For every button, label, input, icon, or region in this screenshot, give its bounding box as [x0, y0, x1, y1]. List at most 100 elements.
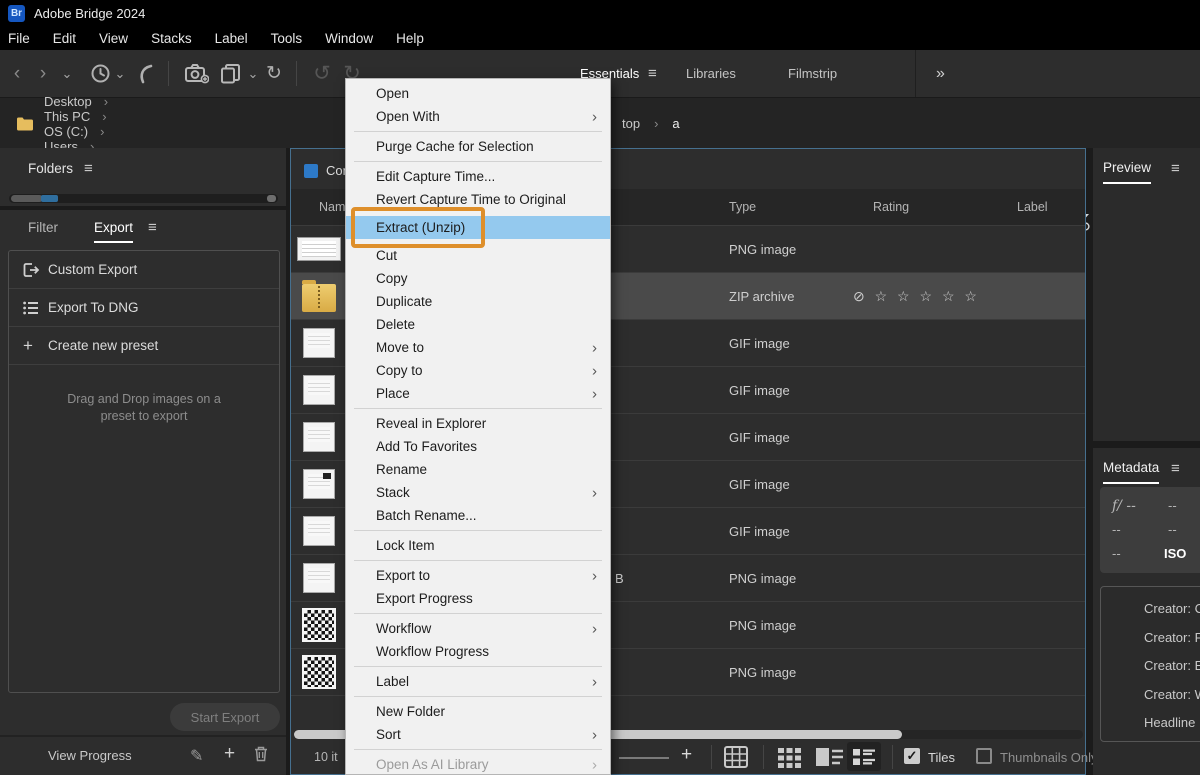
workspace-overflow-button[interactable]: »	[936, 50, 945, 97]
context-menu-item[interactable]: Place ›	[346, 382, 610, 405]
back-button[interactable]: ‹	[6, 50, 28, 97]
preset-create-new[interactable]: + Create new preset	[9, 327, 279, 365]
nav-dropdown-chevron-icon[interactable]: ⌄	[58, 50, 76, 97]
list-view-button-active[interactable]	[847, 742, 881, 771]
context-menu-item[interactable]: Sort ›	[346, 723, 610, 746]
export-panel-menu-icon[interactable]: ≡	[148, 219, 157, 236]
trash-icon[interactable]	[254, 746, 268, 762]
context-menu-item[interactable]: Open As AI Library ›	[346, 753, 610, 774]
context-menu-item[interactable]: Revert Capture Time to Original ›	[346, 188, 610, 211]
menubar-item[interactable]: File	[8, 31, 30, 46]
grid-lock-view-icon[interactable]	[724, 746, 748, 768]
context-menu-item[interactable]: ›	[354, 613, 602, 614]
context-menu-item[interactable]: Rename ›	[346, 458, 610, 481]
menubar-item[interactable]: Label	[215, 31, 248, 46]
context-menu-item[interactable]: Label ›	[346, 670, 610, 693]
context-menu-item[interactable]: Open With ›	[346, 105, 610, 128]
refresh-icon[interactable]: ↻	[262, 50, 286, 97]
tab-libraries[interactable]: Libraries	[686, 50, 736, 97]
breadcrumb-item[interactable]: OS (C:)	[44, 124, 88, 139]
get-photos-camera-icon[interactable]	[184, 50, 210, 97]
context-menu-item[interactable]: ›	[354, 696, 602, 697]
rating-stars[interactable]: ⊘ ☆ ☆ ☆ ☆ ☆	[853, 288, 980, 305]
context-menu-item[interactable]: Purge Cache for Selection ›	[346, 135, 610, 158]
context-menu-item[interactable]: Reveal in Explorer ›	[346, 412, 610, 435]
tab-filmstrip[interactable]: Filmstrip	[788, 50, 837, 97]
context-menu-item[interactable]: ›	[354, 530, 602, 531]
submenu-arrow-icon: ›	[592, 726, 597, 743]
menubar-item[interactable]: View	[99, 31, 128, 46]
tab-export[interactable]: Export	[94, 220, 134, 243]
boomerang-icon[interactable]	[136, 50, 156, 97]
context-menu-item[interactable]: New Folder ›	[346, 700, 610, 723]
context-menu-item[interactable]: Cut ›	[346, 244, 610, 267]
breadcrumb-item[interactable]: top	[622, 116, 640, 131]
context-menu-item[interactable]: Copy to ›	[346, 359, 610, 382]
recent-chevron-icon[interactable]: ⌄	[113, 50, 127, 97]
thumbnails-only-label[interactable]: Thumbnails Only	[1000, 750, 1098, 765]
preset-export-to-dng[interactable]: Export To DNG	[9, 289, 279, 327]
tiles-checkbox-label[interactable]: Tiles	[928, 750, 955, 765]
recent-history-icon[interactable]	[88, 50, 112, 97]
context-menu-item[interactable]: Lock Item ›	[346, 534, 610, 557]
context-menu-item[interactable]: Delete ›	[346, 313, 610, 336]
context-menu-item[interactable]: Open ›	[346, 82, 610, 105]
tab-filter[interactable]: Filter	[28, 220, 58, 235]
column-header-rating[interactable]: Rating	[873, 200, 909, 214]
folders-horizontal-scrollbar[interactable]	[9, 194, 278, 203]
context-menu-item[interactable]: Add To Favorites ›	[346, 435, 610, 458]
context-menu-item[interactable]: Workflow ›	[346, 617, 610, 640]
context-menu-item[interactable]: ›	[354, 560, 602, 561]
context-menu-item[interactable]: ›	[354, 131, 602, 132]
menubar-item[interactable]: Window	[325, 31, 373, 46]
content-select-checkbox[interactable]	[304, 164, 318, 178]
context-menu-item[interactable]: Batch Rename... ›	[346, 504, 610, 527]
metadata-panel-menu-icon[interactable]: ≡	[1171, 460, 1180, 477]
breadcrumb-current-item[interactable]: a	[672, 116, 679, 131]
breadcrumb-item[interactable]: Desktop	[44, 94, 92, 109]
details-view-icon[interactable]	[816, 748, 843, 766]
thumbnails-only-checkbox[interactable]	[976, 748, 992, 764]
context-menu-item[interactable]: Export Progress ›	[346, 587, 610, 610]
start-export-button[interactable]: Start Export	[170, 703, 280, 731]
context-menu-item[interactable]: ›	[354, 749, 602, 750]
batch-chevron-icon[interactable]: ⌄	[246, 50, 260, 97]
context-menu-item[interactable]: Stack ›	[346, 481, 610, 504]
context-menu-item[interactable]: Workflow Progress ›	[346, 640, 610, 663]
context-menu-item[interactable]: ›	[354, 161, 602, 162]
batch-files-icon[interactable]	[218, 50, 244, 97]
scrollbar-thumb[interactable]	[11, 195, 43, 202]
folders-panel-menu-icon[interactable]: ≡	[84, 160, 93, 177]
thumbnail-size-slider[interactable]	[619, 757, 669, 759]
preview-panel-title[interactable]: Preview	[1103, 160, 1152, 184]
edit-pencil-icon[interactable]: ✎	[190, 746, 203, 766]
menubar-item[interactable]: Tools	[271, 31, 303, 46]
view-progress-link[interactable]: View Progress	[48, 748, 132, 763]
menubar-item[interactable]: Help	[396, 31, 424, 46]
column-header-type[interactable]: Type	[729, 200, 756, 214]
preset-custom-export[interactable]: Custom Export	[9, 251, 279, 289]
essentials-tab-menu-icon[interactable]: ≡	[648, 50, 657, 97]
menubar-item[interactable]: Stacks	[151, 31, 192, 46]
forward-button[interactable]: ›	[32, 50, 54, 97]
context-menu-item[interactable]: Extract (Unzip) ›	[346, 207, 610, 248]
context-menu-item[interactable]: Duplicate ›	[346, 290, 610, 313]
scrollbar-end-cap[interactable]	[267, 195, 276, 202]
menubar-item[interactable]: Edit	[53, 31, 76, 46]
context-menu-item[interactable]: Move to ›	[346, 336, 610, 359]
tiles-checkbox[interactable]: ✓	[904, 748, 920, 764]
context-menu-item[interactable]: Copy ›	[346, 267, 610, 290]
column-header-label[interactable]: Label	[1017, 200, 1048, 214]
context-menu-item[interactable]: ›	[354, 408, 602, 409]
thumbnail-view-icon[interactable]	[778, 746, 801, 768]
context-menu-item[interactable]: Edit Capture Time... ›	[346, 165, 610, 188]
breadcrumb-item[interactable]: This PC	[44, 109, 90, 124]
metadata-panel-title[interactable]: Metadata	[1103, 460, 1160, 484]
context-menu-item[interactable]: ›	[354, 666, 602, 667]
context-menu-item[interactable]: Export to ›	[346, 564, 610, 587]
zoom-in-icon[interactable]: +	[681, 744, 692, 766]
undo-button[interactable]: ↺	[310, 50, 334, 97]
add-preset-icon[interactable]: +	[224, 743, 235, 765]
folders-panel-title[interactable]: Folders	[28, 161, 73, 176]
preview-panel-menu-icon[interactable]: ≡	[1171, 160, 1180, 177]
